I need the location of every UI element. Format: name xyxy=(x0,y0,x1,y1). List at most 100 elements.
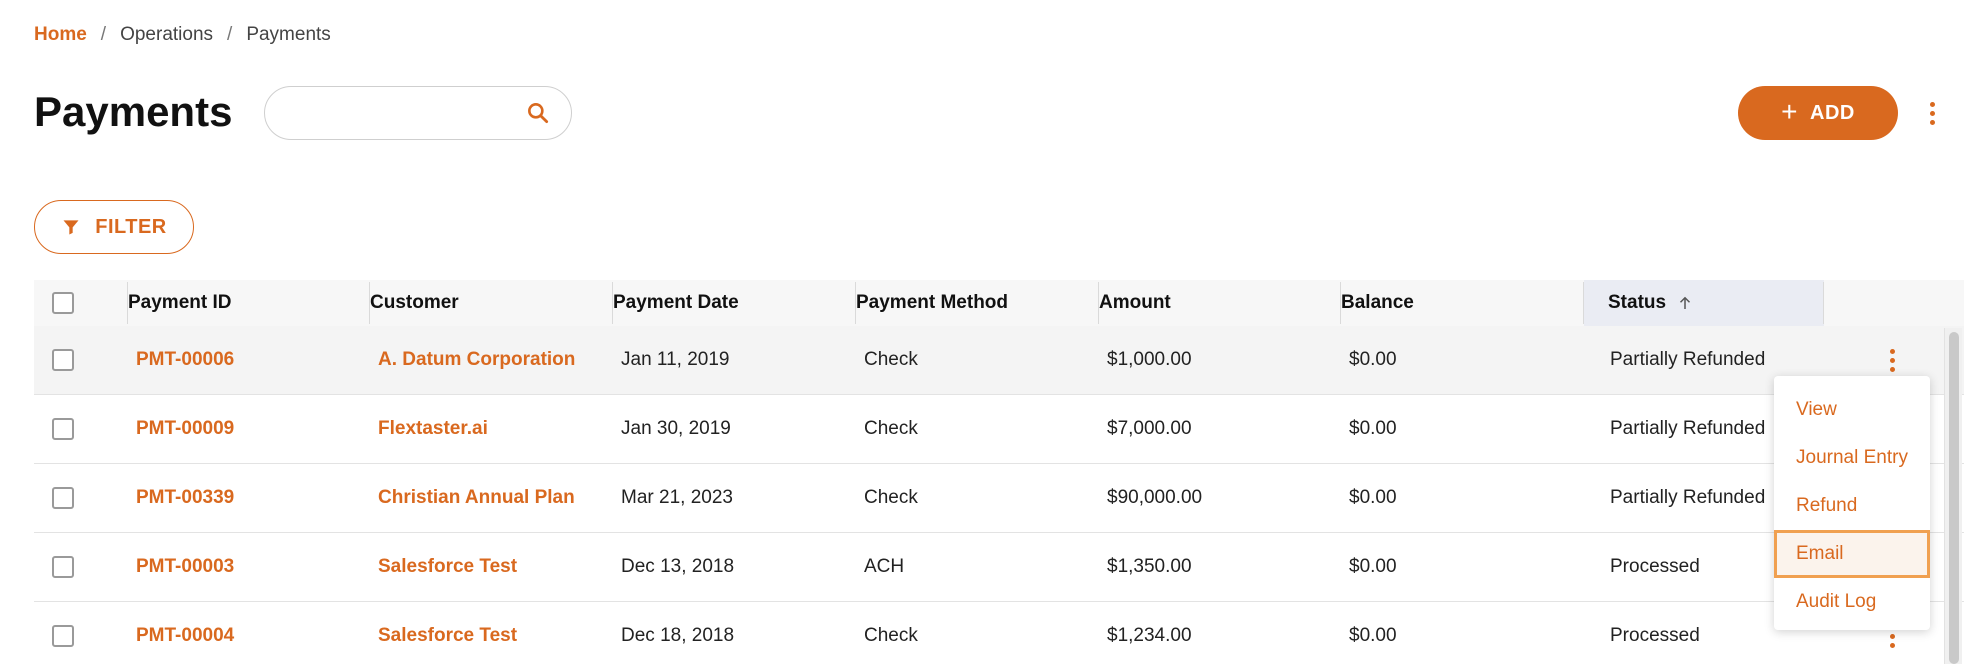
payment-id-link[interactable]: PMT-00006 xyxy=(136,349,234,371)
column-header-balance[interactable]: Balance xyxy=(1341,280,1584,326)
customer-link[interactable]: Salesforce Test xyxy=(378,556,517,578)
amount-value: $1,234.00 xyxy=(1107,625,1192,646)
payment-method-cell: Check xyxy=(856,326,1099,394)
row-checkbox[interactable] xyxy=(52,418,74,440)
customer-link[interactable]: A. Datum Corporation xyxy=(378,349,575,371)
payment-method-value: ACH xyxy=(864,556,905,577)
payment-id-cell: PMT-00003 xyxy=(128,533,370,601)
menu-item-refund[interactable]: Refund xyxy=(1774,482,1930,530)
breadcrumb-separator: / xyxy=(227,24,233,45)
payment-id-cell: PMT-00006 xyxy=(128,326,370,394)
menu-item-journal-entry[interactable]: Journal Entry xyxy=(1774,434,1930,482)
search-input[interactable] xyxy=(285,87,525,139)
status-value: Partially Refunded xyxy=(1610,418,1766,439)
balance-cell: $0.00 xyxy=(1341,464,1584,532)
breadcrumb-separator: / xyxy=(100,24,107,45)
payment-date-cell: Dec 13, 2018 xyxy=(613,533,856,601)
payment-id-cell: PMT-00339 xyxy=(128,464,370,532)
filter-button-label: FILTER xyxy=(95,215,167,238)
table-scrollbar[interactable] xyxy=(1944,328,1962,664)
column-header-status[interactable]: Status xyxy=(1584,280,1824,326)
status-value: Partially Refunded xyxy=(1610,487,1766,508)
table-header: Payment ID Customer Payment Date Payment… xyxy=(34,280,1964,326)
row-select-cell xyxy=(34,326,128,394)
balance-cell: $0.00 xyxy=(1341,395,1584,463)
filter-button[interactable]: FILTER xyxy=(34,200,194,254)
customer-link[interactable]: Flextaster.ai xyxy=(378,418,488,440)
breadcrumb: Home / Operations / Payments xyxy=(34,24,331,46)
add-button-label: ADD xyxy=(1810,101,1855,124)
breadcrumb-item-payments: Payments xyxy=(246,24,331,45)
payment-method-value: Check xyxy=(864,625,918,646)
column-header-customer[interactable]: Customer xyxy=(370,280,613,326)
payment-method-cell: Check xyxy=(856,602,1099,664)
amount-value: $90,000.00 xyxy=(1107,487,1203,508)
payment-id-link[interactable]: PMT-00339 xyxy=(136,487,234,509)
amount-cell: $1,234.00 xyxy=(1099,602,1341,664)
row-checkbox[interactable] xyxy=(52,349,74,371)
payment-method-value: Check xyxy=(864,349,918,370)
row-select-cell xyxy=(34,464,128,532)
payment-date-value: Jan 11, 2019 xyxy=(621,349,730,370)
customer-cell: Salesforce Test xyxy=(370,533,613,601)
amount-cell: $1,000.00 xyxy=(1099,326,1341,394)
add-button[interactable]: + ADD xyxy=(1738,86,1898,140)
breadcrumb-home-link[interactable]: Home xyxy=(34,24,87,46)
table-row[interactable]: PMT-00006 A. Datum Corporation Jan 11, 201… xyxy=(34,326,1964,395)
payment-date-cell: Jan 30, 2019 xyxy=(613,395,856,463)
more-options-icon[interactable] xyxy=(1920,96,1944,130)
amount-value: $1,350.00 xyxy=(1107,556,1192,577)
amount-cell: $90,000.00 xyxy=(1099,464,1341,532)
payment-method-value: Check xyxy=(864,487,918,508)
row-select-cell xyxy=(34,533,128,601)
column-header-payment-date[interactable]: Payment Date xyxy=(613,280,856,326)
row-checkbox[interactable] xyxy=(52,556,74,578)
payment-id-link[interactable]: PMT-00003 xyxy=(136,556,234,578)
row-checkbox[interactable] xyxy=(52,487,74,509)
payment-id-link[interactable]: PMT-00009 xyxy=(136,418,234,440)
payment-date-value: Mar 21, 2023 xyxy=(621,487,733,508)
status-value: Processed xyxy=(1610,625,1700,646)
amount-cell: $1,350.00 xyxy=(1099,533,1341,601)
menu-item-audit-log[interactable]: Audit Log xyxy=(1774,578,1930,626)
status-value: Partially Refunded xyxy=(1610,349,1766,370)
page-title: Payments xyxy=(34,88,233,135)
status-value: Processed xyxy=(1610,556,1700,577)
table-row[interactable]: PMT-00003 Salesforce Test Dec 13, 2018 ACH $… xyxy=(34,533,1964,602)
payment-date-cell: Jan 11, 2019 xyxy=(613,326,856,394)
payment-date-cell: Dec 18, 2018 xyxy=(613,602,856,664)
sort-ascending-icon xyxy=(1680,296,1691,309)
menu-item-view[interactable]: View xyxy=(1774,386,1930,434)
payment-date-value: Dec 18, 2018 xyxy=(621,625,735,646)
customer-link[interactable]: Salesforce Test xyxy=(378,625,517,647)
column-header-payment-method[interactable]: Payment Method xyxy=(856,280,1099,326)
row-checkbox[interactable] xyxy=(52,625,74,647)
amount-cell: $7,000.00 xyxy=(1099,395,1341,463)
select-all-checkbox[interactable] xyxy=(52,292,74,314)
column-header-amount[interactable]: Amount xyxy=(1099,280,1341,326)
payments-table: Payment ID Customer Payment Date Payment… xyxy=(34,280,1964,664)
payment-id-cell: PMT-00004 xyxy=(128,602,370,664)
payment-method-cell: Check xyxy=(856,395,1099,463)
payment-date-value: Dec 13, 2018 xyxy=(621,556,735,577)
payment-id-link[interactable]: PMT-00004 xyxy=(136,625,234,647)
payment-method-cell: ACH xyxy=(856,533,1099,601)
search-box[interactable] xyxy=(264,86,572,140)
customer-cell: Salesforce Test xyxy=(370,602,613,664)
row-actions-icon[interactable] xyxy=(1880,345,1904,375)
customer-link[interactable]: Christian Annual Plan xyxy=(378,487,575,509)
table-row[interactable]: PMT-00339 Christian Annual Plan Mar 21, 20… xyxy=(34,464,1964,533)
column-header-payment-id[interactable]: Payment ID xyxy=(128,280,370,326)
search-icon[interactable] xyxy=(525,100,551,126)
menu-item-email[interactable]: Email xyxy=(1774,530,1930,578)
balance-value: $0.00 xyxy=(1349,487,1397,508)
scrollbar-thumb[interactable] xyxy=(1949,332,1959,664)
balance-value: $0.00 xyxy=(1349,625,1397,646)
balance-value: $0.00 xyxy=(1349,349,1397,370)
header-actions-cell xyxy=(1824,280,1964,326)
breadcrumb-item-operations[interactable]: Operations xyxy=(120,24,213,46)
table-row[interactable]: PMT-00004 Salesforce Test Dec 18, 2018 Chec… xyxy=(34,602,1964,664)
plus-icon: + xyxy=(1781,95,1798,127)
payment-method-cell: Check xyxy=(856,464,1099,532)
table-row[interactable]: PMT-00009 Flextaster.ai Jan 30, 2019 Check $… xyxy=(34,395,1964,464)
